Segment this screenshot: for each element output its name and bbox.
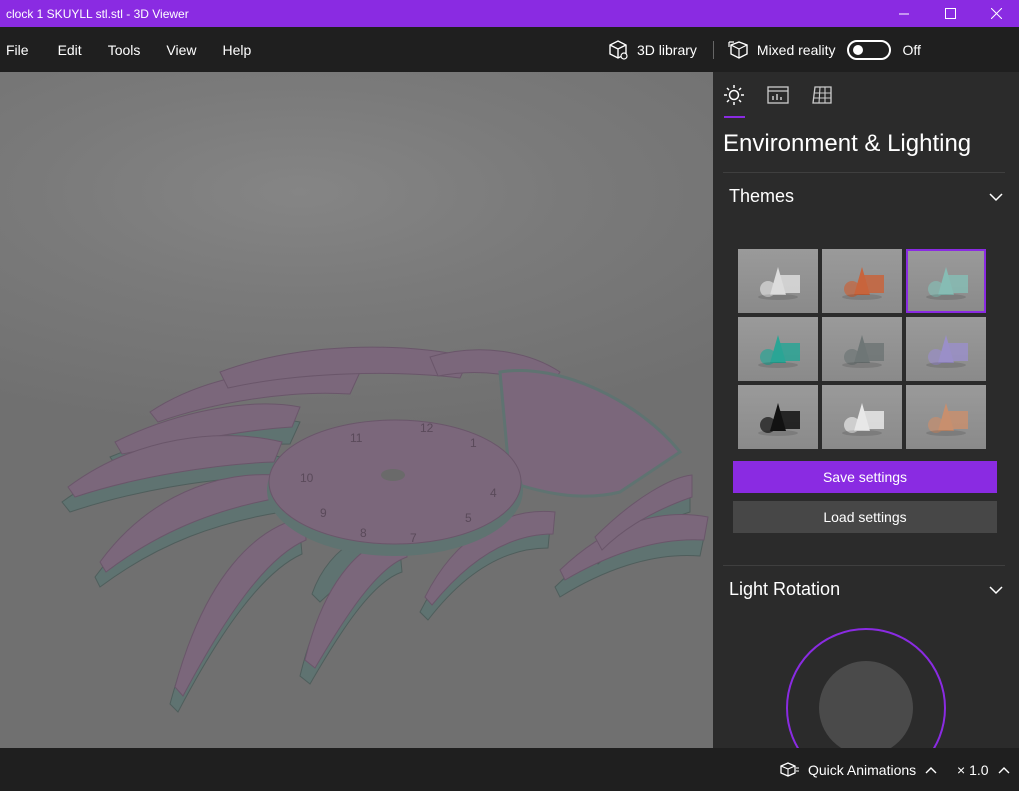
light-rotation-dial[interactable] [786,628,946,748]
tab-mesh[interactable] [811,84,833,106]
cube-icon [609,39,628,60]
light-rotation-title: Light Rotation [729,579,841,599]
quick-animations-button[interactable]: Quick Animations [780,748,937,791]
sun-icon [724,85,744,105]
window-title: clock 1 SKUYLL stl.stl - 3D Viewer [6,6,189,21]
animation-cube-icon [780,761,799,777]
theme-tile[interactable] [738,249,818,313]
svg-text:8: 8 [360,526,367,540]
svg-text:7: 7 [410,531,417,545]
svg-text:1: 1 [470,436,477,450]
tab-selected-indicator [724,116,745,118]
svg-text:4: 4 [490,486,497,500]
theme-tile[interactable] [822,317,902,381]
minimize-button[interactable] [881,0,927,27]
load-settings-button[interactable]: Load settings [733,501,997,533]
divider [723,565,1005,566]
theme-preview [758,335,800,368]
theme-preview [758,403,800,436]
mixed-reality-control: Mixed reality Off [728,39,921,61]
mesh-grid-icon [812,86,832,104]
quick-animations-label: Quick Animations [808,761,917,778]
close-button[interactable] [973,0,1019,27]
light-rotation-knob[interactable] [819,661,913,748]
mixed-reality-icon [728,40,748,59]
3d-viewport[interactable]: 10 9 8 7 5 4 1 12 11 [0,72,713,748]
theme-tile[interactable] [738,317,818,381]
svg-text:5: 5 [465,511,472,525]
menu-file[interactable]: File [6,42,29,58]
tab-stats[interactable] [767,84,789,106]
animation-speed-value: × 1.0 [957,761,989,778]
theme-tile[interactable] [906,249,986,313]
maximize-button[interactable] [927,0,973,27]
theme-preview [926,335,968,368]
theme-preview [926,403,968,436]
theme-preview [842,267,884,300]
toolbar-divider [712,40,714,59]
save-settings-button[interactable]: Save settings [733,461,997,493]
menu-tools[interactable]: Tools [108,42,141,58]
clock-model: 10 9 8 7 5 4 1 12 11 [61,346,709,713]
theme-tile[interactable] [906,385,986,449]
theme-tile[interactable] [822,385,902,449]
svg-text:10: 10 [300,471,314,485]
mixed-reality-label: Mixed reality [756,41,836,58]
svg-text:11: 11 [350,431,363,445]
maximize-icon [944,8,956,19]
chevron-down-icon[interactable] [989,586,1003,595]
panel-heading: Environment & Lighting [723,130,972,157]
close-icon [990,8,1002,19]
svg-text:9: 9 [320,506,327,520]
mixed-reality-state: Off [902,41,921,58]
theme-tile[interactable] [822,249,902,313]
svg-text:12: 12 [420,421,434,435]
theme-tile[interactable] [906,317,986,381]
divider [723,172,1005,173]
tab-environment[interactable] [723,84,745,106]
theme-preview [926,267,968,300]
theme-tile[interactable] [738,385,818,449]
chevron-down-icon[interactable] [989,193,1003,202]
themes-section-title: Themes [729,186,795,206]
3d-library-label: 3D library [637,41,697,58]
chevron-up-icon [925,766,937,773]
stats-icon [767,86,789,104]
status-bar: Quick Animations × 1.0 [0,748,1019,791]
mixed-reality-toggle[interactable] [846,39,891,60]
chevron-up-icon [998,766,1010,773]
animation-speed-button[interactable]: × 1.0 [957,748,1010,791]
minimize-icon [899,13,909,14]
menu-edit[interactable]: Edit [58,42,82,58]
theme-grid [738,249,986,449]
3d-library-button[interactable]: 3D library [607,39,697,61]
title-bar: clock 1 SKUYLL stl.stl - 3D Viewer [0,0,1019,27]
theme-preview [842,335,884,368]
theme-preview [842,403,884,436]
theme-preview [758,267,800,300]
environment-panel: Environment & Lighting Themes Save setti… [713,72,1019,748]
menu-help[interactable]: Help [222,42,251,58]
menu-view[interactable]: View [166,42,196,58]
menu-bar: File Edit Tools View Help 3D library Mix… [0,27,1019,72]
